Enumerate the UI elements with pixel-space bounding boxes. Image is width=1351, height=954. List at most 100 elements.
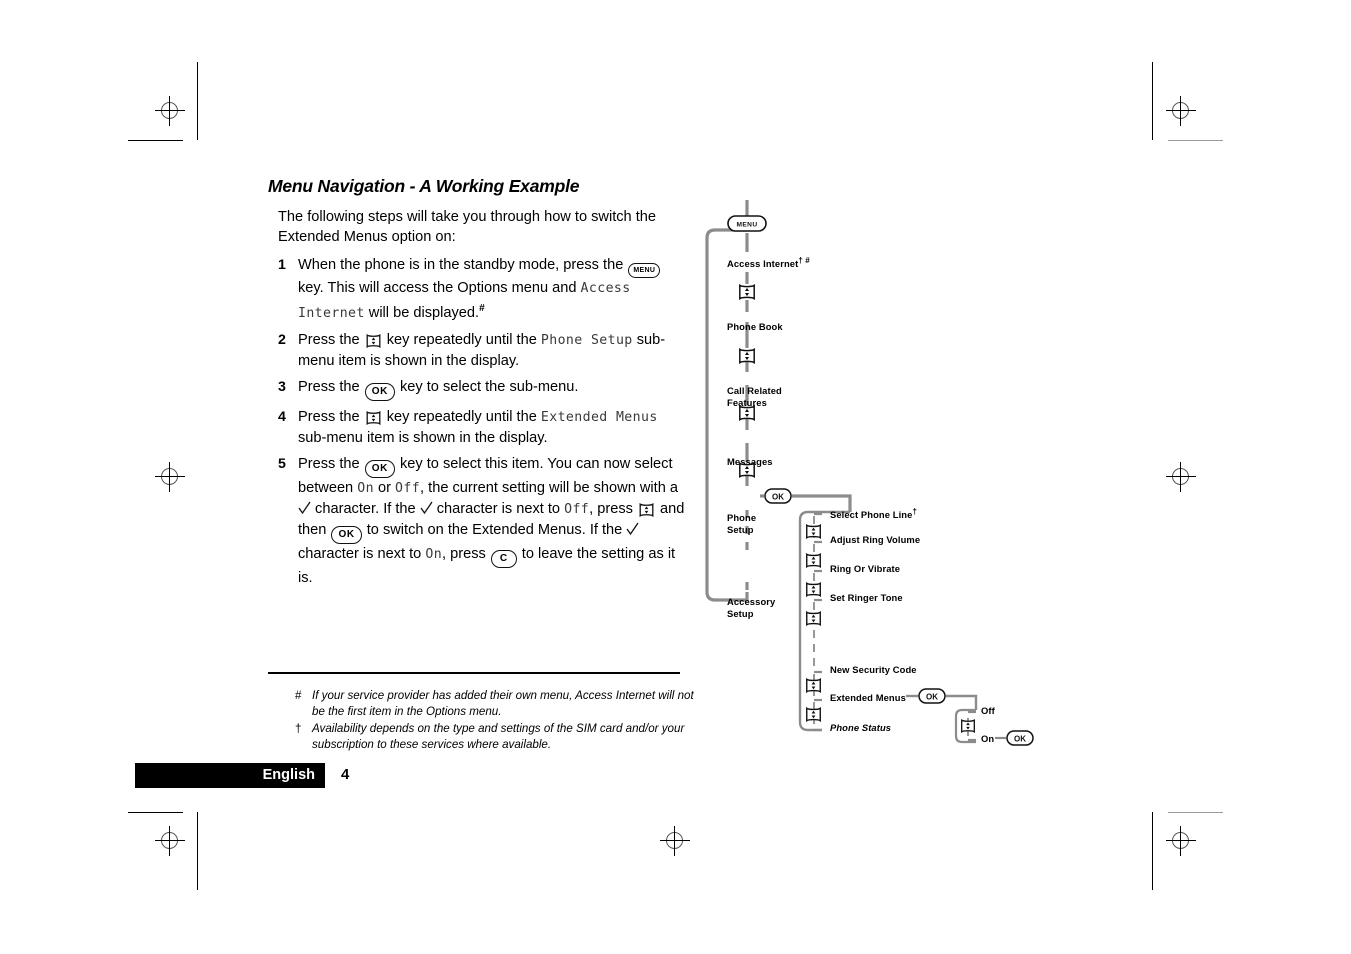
up-down-key-icon <box>365 411 382 425</box>
step-text: Press the <box>298 409 364 425</box>
step-item: 2 Press the key repeatedly until the Phon… <box>268 330 688 371</box>
menu-tree-diagram: MENUAccess Internet† #Phone BookCall Rel… <box>690 200 1070 770</box>
footnote-row: #If your service provider has added thei… <box>295 688 695 719</box>
up-down-key-icon <box>365 334 382 348</box>
diagram-submenu-item-label: New Security Code <box>830 664 917 675</box>
diagram-submenu-item-label: Phone Status <box>830 722 891 733</box>
diagram-menu-item: Phone Book <box>727 321 783 333</box>
step-text: character is next to <box>298 546 425 562</box>
step-number: 3 <box>278 377 286 397</box>
step-text: Press the <box>298 332 364 348</box>
diagram-submenu-item-label: Adjust Ring Volume <box>830 534 920 545</box>
diagram-menu-item: Access Internet† # <box>727 255 810 270</box>
footnote-text: If your service provider has added their… <box>312 689 694 718</box>
diagram-submenu-item: Ring Or Vibrate <box>830 563 900 575</box>
step-item: 4Press the key repeatedly until the Exte… <box>268 407 688 448</box>
display-text: On <box>357 481 374 496</box>
footnote-text: Availability depends on the type and set… <box>312 722 684 751</box>
diagram-submenu-item-label: Extended Menus <box>830 692 906 703</box>
registration-mark-top-left <box>155 96 185 126</box>
svg-text:OK: OK <box>772 492 784 501</box>
registration-mark-bottom-center <box>660 826 690 856</box>
diagram-menu-item-label: Access Internet <box>727 258 798 269</box>
footnote-row: † Availability depends on the type and se… <box>295 721 695 752</box>
diagram-submenu-item: Set Ringer Tone <box>830 592 903 604</box>
footnote-divider <box>268 672 680 674</box>
diagram-menu-item-label: Phone Setup <box>727 512 756 535</box>
footnote-block: #If your service provider has added thei… <box>295 688 695 754</box>
check-mark-icon <box>626 522 639 536</box>
svg-text:OK: OK <box>1014 734 1026 743</box>
step-item: 5Press the OK key to select this item. Y… <box>268 454 688 588</box>
step-text: key. This will access the Options menu a… <box>298 280 581 296</box>
display-text: Phone Setup <box>541 333 633 348</box>
step-text: Press the <box>298 379 364 395</box>
page-number: 4 <box>341 766 349 783</box>
svg-text:OK: OK <box>926 692 938 701</box>
crop-line-bottom-right <box>1168 812 1223 813</box>
c-key-icon: C <box>491 550 517 568</box>
step-text: , the current setting will be shown with… <box>420 480 678 496</box>
diagram-submenu-item-label: Set Ringer Tone <box>830 592 903 603</box>
ok-key-icon: OK <box>365 383 395 401</box>
check-mark-icon <box>298 501 311 515</box>
step-text: character is next to <box>433 501 564 517</box>
trim-line-right-top <box>1152 62 1153 140</box>
diagram-submenu-item: Extended Menus <box>830 692 906 704</box>
step-text: key repeatedly until the <box>383 332 541 348</box>
footer-language-label: English <box>263 767 315 783</box>
step-text: When the phone is in the standby mode, p… <box>298 257 627 273</box>
diagram-submenu-item-label: Ring Or Vibrate <box>830 563 900 574</box>
page-title: Menu Navigation - A Working Example <box>268 176 688 197</box>
crop-line-top-right <box>1168 140 1223 141</box>
registration-mark-middle-left <box>155 462 185 492</box>
diagram-submenu-item: New Security Code <box>830 664 917 676</box>
registration-mark-top-right <box>1166 96 1196 126</box>
diagram-footnote-marker: † # <box>798 256 809 265</box>
step-text: , press <box>442 546 490 562</box>
diagram-submenu-item: Select Phone Line† <box>830 506 917 521</box>
footnote-reference: # <box>479 303 485 314</box>
step-item: 1 When the phone is in the standby mode, … <box>268 255 688 324</box>
menu-key-icon: MENU <box>628 263 660 278</box>
step-text: key repeatedly until the <box>383 409 541 425</box>
crop-line-bottom-left <box>128 812 183 813</box>
check-mark-icon <box>420 501 433 515</box>
language-footer-bar: English <box>135 763 325 788</box>
display-text: Off <box>564 502 589 517</box>
step-number: 5 <box>278 454 286 474</box>
step-text: will be displayed. <box>365 305 479 321</box>
step-text: or <box>374 480 395 496</box>
diagram-option-item: On <box>981 733 994 745</box>
up-down-key-icon <box>638 503 655 517</box>
trim-line-right-bottom <box>1152 812 1153 890</box>
diagram-footnote-marker: † <box>912 507 917 516</box>
ok-key-icon: OK <box>331 526 361 544</box>
footnote-marker: † <box>295 721 301 737</box>
diagram-submenu-item: Phone Status <box>830 722 891 734</box>
step-text: character. If the <box>311 501 420 517</box>
step-number: 4 <box>278 407 286 427</box>
step-text: , press <box>589 501 637 517</box>
diagram-submenu-item: Adjust Ring Volume <box>830 534 920 546</box>
registration-mark-bottom-right <box>1166 826 1196 856</box>
step-number: 1 <box>278 255 286 275</box>
step-item: 3 Press the OK key to select the sub-menu… <box>268 377 688 401</box>
diagram-menu-item: Phone Setup <box>727 512 783 535</box>
svg-text:MENU: MENU <box>736 222 757 229</box>
step-number: 2 <box>278 330 286 350</box>
display-text: Off <box>395 481 420 496</box>
trim-line-left-top <box>197 62 198 140</box>
diagram-menu-item-label: Phone Book <box>727 321 783 332</box>
manual-page: Menu Navigation - A Working Example The … <box>0 0 1351 954</box>
diagram-submenu-item-label: Select Phone Line <box>830 509 912 520</box>
ok-key-icon: OK <box>365 460 395 478</box>
step-text: Press the <box>298 456 364 472</box>
step-text: key to select the sub-menu. <box>396 379 579 395</box>
crop-line-top-left <box>128 140 183 141</box>
registration-mark-bottom-left <box>155 826 185 856</box>
diagram-menu-item: Accessory Setup <box>727 596 783 619</box>
display-text: On <box>425 547 442 562</box>
diagram-option-item: Off <box>981 705 995 717</box>
intro-paragraph: The following steps will take you throug… <box>278 207 688 247</box>
